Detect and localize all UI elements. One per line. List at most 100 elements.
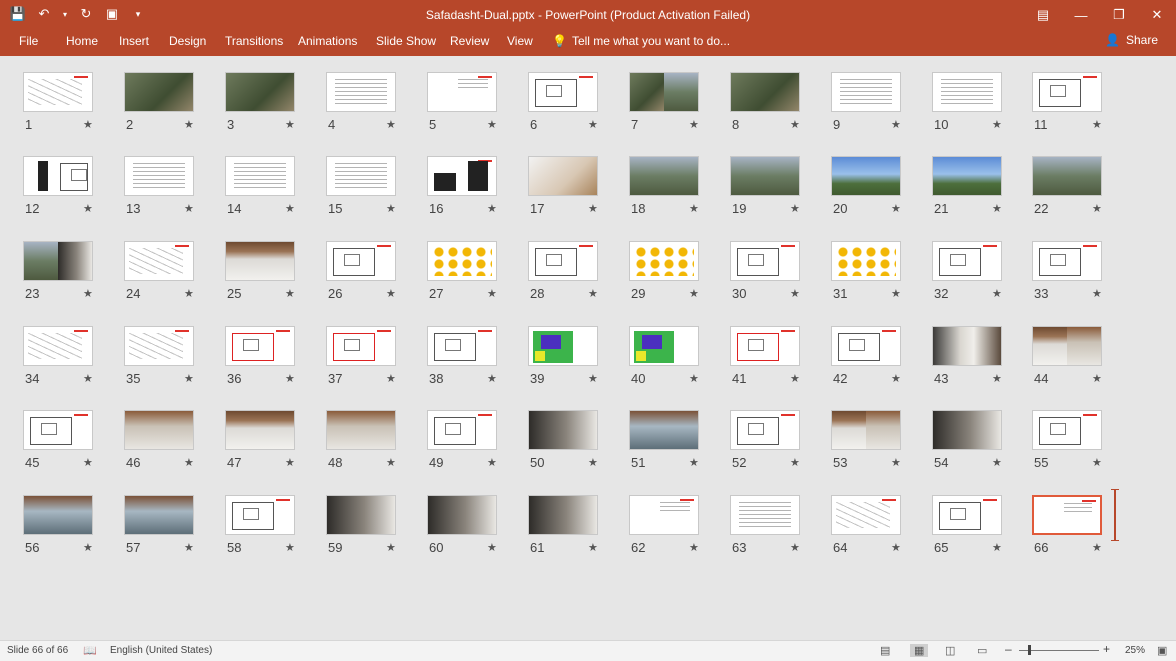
transition-star-icon[interactable]: ★: [790, 456, 800, 469]
slide-preview[interactable]: [1032, 156, 1102, 196]
slide-thumbnail[interactable]: 28 ★: [528, 241, 614, 311]
transition-star-icon[interactable]: ★: [1092, 202, 1102, 215]
slide-preview[interactable]: [427, 156, 497, 196]
transition-star-icon[interactable]: ★: [184, 372, 194, 385]
transition-star-icon[interactable]: ★: [83, 541, 93, 554]
slide-preview[interactable]: [831, 410, 901, 450]
slide-thumbnail[interactable]: 58 ★: [225, 495, 311, 565]
slide-preview[interactable]: [124, 156, 194, 196]
transition-star-icon[interactable]: ★: [386, 202, 396, 215]
slide-preview[interactable]: [225, 72, 295, 112]
slide-thumbnail[interactable]: 34 ★: [23, 326, 109, 396]
transition-star-icon[interactable]: ★: [992, 118, 1002, 131]
slide-thumbnail[interactable]: 16 ★: [427, 156, 513, 226]
normal-view-icon[interactable]: ▤: [880, 644, 890, 657]
slide-preview[interactable]: [1032, 410, 1102, 450]
transition-star-icon[interactable]: ★: [386, 456, 396, 469]
transition-star-icon[interactable]: ★: [790, 287, 800, 300]
transition-star-icon[interactable]: ★: [285, 541, 295, 554]
slide-preview[interactable]: [730, 156, 800, 196]
slide-thumbnail[interactable]: 11 ★: [1032, 72, 1118, 142]
slide-preview[interactable]: [629, 326, 699, 366]
transition-star-icon[interactable]: ★: [1092, 287, 1102, 300]
slide-thumbnail[interactable]: 45 ★: [23, 410, 109, 480]
slide-preview[interactable]: [629, 241, 699, 281]
slide-preview[interactable]: [1032, 72, 1102, 112]
slide-preview[interactable]: [528, 326, 598, 366]
transition-star-icon[interactable]: ★: [790, 541, 800, 554]
slide-preview[interactable]: [23, 495, 93, 535]
slide-thumbnail[interactable]: 3 ★: [225, 72, 311, 142]
transition-star-icon[interactable]: ★: [386, 118, 396, 131]
slide-preview[interactable]: [629, 72, 699, 112]
slide-thumbnail[interactable]: 35 ★: [124, 326, 210, 396]
slide-thumbnail[interactable]: 64 ★: [831, 495, 917, 565]
slide-thumbnail[interactable]: 63 ★: [730, 495, 816, 565]
slide-thumbnail[interactable]: 44 ★: [1032, 326, 1118, 396]
slide-thumbnail[interactable]: 52 ★: [730, 410, 816, 480]
slide-preview[interactable]: [831, 241, 901, 281]
slide-thumbnail[interactable]: 42 ★: [831, 326, 917, 396]
slide-preview[interactable]: [528, 410, 598, 450]
transition-star-icon[interactable]: ★: [689, 287, 699, 300]
transition-star-icon[interactable]: ★: [891, 372, 901, 385]
slide-sorter-view-icon[interactable]: ▦: [910, 644, 929, 657]
slide-preview[interactable]: [730, 326, 800, 366]
slide-preview[interactable]: [932, 156, 1002, 196]
slide-thumbnail[interactable]: 6 ★: [528, 72, 614, 142]
slide-preview[interactable]: [528, 495, 598, 535]
slide-thumbnail[interactable]: 18 ★: [629, 156, 715, 226]
slide-thumbnail[interactable]: 54 ★: [932, 410, 1018, 480]
transition-star-icon[interactable]: ★: [689, 456, 699, 469]
transition-star-icon[interactable]: ★: [891, 118, 901, 131]
slide-thumbnail[interactable]: 15 ★: [326, 156, 412, 226]
slide-thumbnail[interactable]: 46 ★: [124, 410, 210, 480]
slide-thumbnail[interactable]: 20 ★: [831, 156, 917, 226]
transition-star-icon[interactable]: ★: [487, 118, 497, 131]
slide-preview[interactable]: [124, 326, 194, 366]
transition-star-icon[interactable]: ★: [184, 202, 194, 215]
tab-view[interactable]: View: [505, 34, 535, 48]
slide-thumbnail[interactable]: 8 ★: [730, 72, 816, 142]
tab-insert[interactable]: Insert: [117, 34, 151, 48]
transition-star-icon[interactable]: ★: [386, 541, 396, 554]
transition-star-icon[interactable]: ★: [588, 456, 598, 469]
transition-star-icon[interactable]: ★: [487, 541, 497, 554]
slide-preview[interactable]: [23, 326, 93, 366]
slide-preview[interactable]: [629, 156, 699, 196]
slide-preview[interactable]: [932, 410, 1002, 450]
slide-thumbnail[interactable]: 48 ★: [326, 410, 412, 480]
slide-thumbnail[interactable]: 12 ★: [23, 156, 109, 226]
transition-star-icon[interactable]: ★: [83, 118, 93, 131]
slide-thumbnail[interactable]: 56 ★: [23, 495, 109, 565]
slide-preview[interactable]: [225, 156, 295, 196]
transition-star-icon[interactable]: ★: [1092, 456, 1102, 469]
slide-preview[interactable]: [932, 495, 1002, 535]
transition-star-icon[interactable]: ★: [1092, 541, 1102, 554]
slide-preview[interactable]: [629, 495, 699, 535]
slide-thumbnail[interactable]: 22 ★: [1032, 156, 1118, 226]
slide-thumbnail[interactable]: 13 ★: [124, 156, 210, 226]
slide-preview[interactable]: [427, 495, 497, 535]
slide-thumbnail[interactable]: 31 ★: [831, 241, 917, 311]
slide-preview[interactable]: [225, 326, 295, 366]
slide-preview[interactable]: [427, 241, 497, 281]
slide-thumbnail[interactable]: 21 ★: [932, 156, 1018, 226]
ribbon-display-icon[interactable]: ▤: [1024, 0, 1062, 30]
slide-preview[interactable]: [23, 156, 93, 196]
transition-star-icon[interactable]: ★: [588, 202, 598, 215]
transition-star-icon[interactable]: ★: [992, 541, 1002, 554]
slide-preview[interactable]: [730, 495, 800, 535]
slide-thumbnail[interactable]: 23 ★: [23, 241, 109, 311]
slide-thumbnail[interactable]: 7 ★: [629, 72, 715, 142]
slide-preview[interactable]: [528, 72, 598, 112]
tab-review[interactable]: Review: [448, 34, 491, 48]
transition-star-icon[interactable]: ★: [184, 541, 194, 554]
transition-star-icon[interactable]: ★: [689, 541, 699, 554]
slide-preview[interactable]: [528, 241, 598, 281]
slide-thumbnail[interactable]: 39 ★: [528, 326, 614, 396]
slide-thumbnail[interactable]: 30 ★: [730, 241, 816, 311]
transition-star-icon[interactable]: ★: [285, 372, 295, 385]
slide-thumbnail[interactable]: 32 ★: [932, 241, 1018, 311]
transition-star-icon[interactable]: ★: [790, 118, 800, 131]
